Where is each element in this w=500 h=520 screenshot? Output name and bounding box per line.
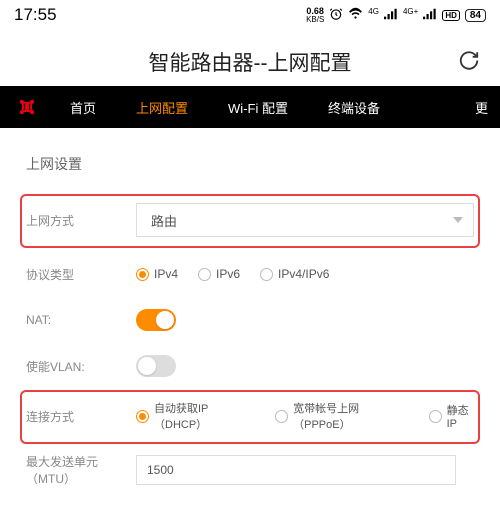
section-title: 上网设置 (26, 154, 474, 174)
hd-icon: HD (442, 10, 460, 21)
protocol-row: 协议类型 IPv4 IPv6 IPv4/IPv6 (26, 252, 474, 296)
nav-wan-config[interactable]: 上网配置 (116, 98, 208, 117)
wan-mode-highlight: 上网方式 路由 (20, 194, 480, 248)
nav-home[interactable]: 首页 (50, 98, 116, 117)
signal-bars2-icon (423, 8, 437, 23)
protocol-radio-ipv4[interactable]: IPv4 (136, 267, 178, 281)
radio-icon (275, 410, 288, 423)
radio-icon (136, 268, 149, 281)
wan-mode-value: 路由 (151, 211, 177, 230)
nat-toggle[interactable] (136, 309, 176, 331)
radio-icon (198, 268, 211, 281)
title-bar: 智能路由器--上网配置 (0, 38, 500, 86)
refresh-button[interactable] (458, 50, 480, 75)
conn-radio-static[interactable]: 静态IP (429, 400, 474, 432)
page-title: 智能路由器--上网配置 (149, 47, 352, 77)
radio-icon (429, 410, 442, 423)
conn-radio-pppoe[interactable]: 宽带帐号上网（PPPoE） (275, 400, 402, 432)
nav-more[interactable]: 更 (455, 98, 494, 117)
signal-4gplus-icon: 4G+ (403, 7, 418, 16)
unicom-logo-icon (12, 92, 42, 122)
protocol-control: IPv4 IPv6 IPv4/IPv6 (136, 267, 474, 281)
protocol-radio-ipv6[interactable]: IPv6 (198, 267, 240, 281)
wan-mode-row: 上网方式 路由 (26, 198, 474, 242)
vlan-row: 使能VLAN: (26, 344, 474, 388)
wan-mode-label: 上网方式 (26, 212, 136, 229)
nat-label: NAT: (26, 313, 136, 327)
status-icons: 0.68 KB/S 4G 4G+ HD 84 (306, 7, 486, 24)
content-area: 上网设置 上网方式 路由 协议类型 IPv4 IPv6 (0, 128, 500, 492)
battery-icon: 84 (465, 9, 486, 22)
mtu-label: 最大发送单元（MTU） (26, 453, 136, 487)
nat-row: NAT: (26, 298, 474, 342)
nav-bar: 首页 上网配置 Wi-Fi 配置 终端设备 更 (0, 86, 500, 128)
conn-type-highlight: 连接方式 自动获取IP（DHCP） 宽带帐号上网（PPPoE） 静态IP (20, 390, 480, 444)
alarm-icon (329, 7, 343, 24)
nat-control (136, 309, 474, 331)
vlan-control (136, 355, 474, 377)
protocol-radio-ipv4ipv6[interactable]: IPv4/IPv6 (260, 267, 329, 281)
mtu-input[interactable]: 1500 (136, 455, 456, 485)
conn-type-control: 自动获取IP（DHCP） 宽带帐号上网（PPPoE） 静态IP (136, 400, 474, 432)
nav-wifi-config[interactable]: Wi-Fi 配置 (208, 98, 308, 117)
vlan-label: 使能VLAN: (26, 358, 136, 375)
radio-icon (136, 410, 149, 423)
wifi-icon (348, 7, 363, 24)
conn-radio-dhcp[interactable]: 自动获取IP（DHCP） (136, 400, 249, 432)
status-bar: 17:55 0.68 KB/S 4G 4G+ HD 84 (0, 0, 500, 30)
clock: 17:55 (14, 5, 57, 25)
data-speed: 0.68 KB/S (306, 7, 324, 24)
mtu-row: 最大发送单元（MTU） 1500 (26, 448, 474, 492)
signal-4g-icon: 4G (368, 7, 379, 16)
wan-mode-select[interactable]: 路由 (136, 203, 474, 237)
nav-devices[interactable]: 终端设备 (308, 98, 400, 117)
signal-bars-icon (384, 8, 398, 23)
conn-type-label: 连接方式 (26, 408, 136, 425)
mtu-control: 1500 (136, 455, 474, 485)
protocol-label: 协议类型 (26, 266, 136, 283)
radio-icon (260, 268, 273, 281)
conn-type-row: 连接方式 自动获取IP（DHCP） 宽带帐号上网（PPPoE） 静态IP (26, 394, 474, 438)
wan-mode-control: 路由 (136, 203, 474, 237)
vlan-toggle[interactable] (136, 355, 176, 377)
